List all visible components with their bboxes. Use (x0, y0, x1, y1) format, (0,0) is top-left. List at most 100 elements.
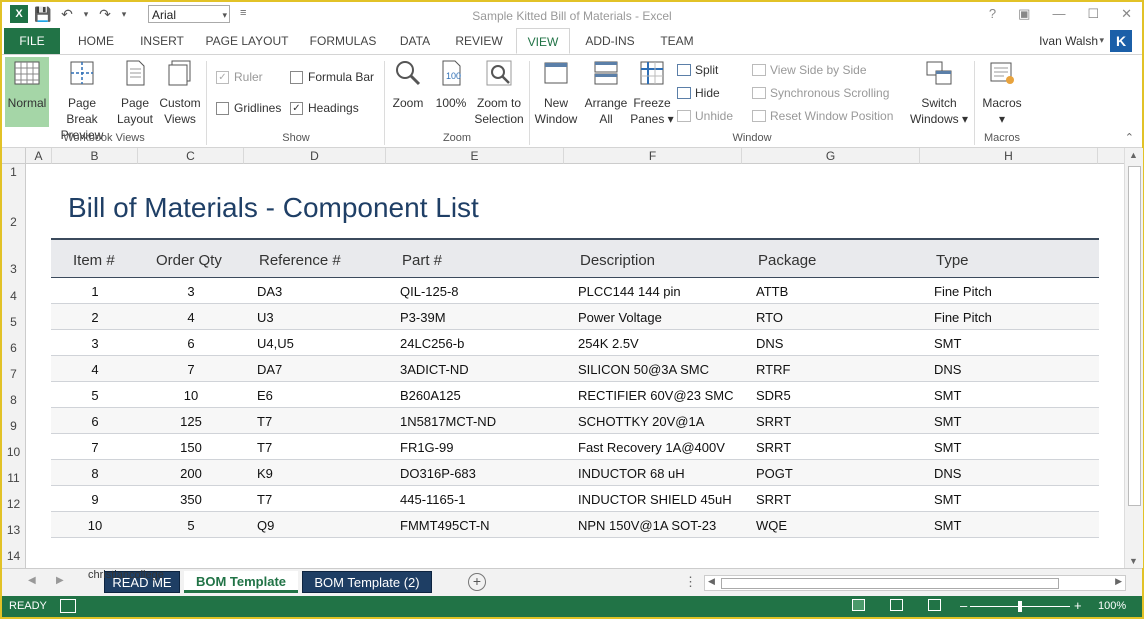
cell-reference[interactable]: U3 (257, 310, 397, 325)
cell-part[interactable]: FMMT495CT-N (400, 518, 576, 533)
cell-reference[interactable]: U4,U5 (257, 336, 397, 351)
cell-type[interactable]: SMT (934, 414, 1094, 429)
vertical-scrollbar[interactable]: ▲ ▼ (1124, 148, 1143, 568)
cell-order-qty[interactable]: 7 (139, 362, 243, 377)
header-order-qty[interactable]: Order Qty (156, 252, 222, 269)
freeze-panes-button[interactable]: Freeze Panes ▾ (630, 57, 674, 127)
cell-order-qty[interactable]: 125 (139, 414, 243, 429)
zoom-slider-thumb[interactable] (1018, 601, 1022, 612)
switch-windows-button[interactable]: Switch Windows ▾ (908, 57, 970, 127)
row-header-13[interactable]: 13 (2, 512, 26, 538)
row-header-8[interactable]: 8 (2, 382, 26, 408)
cell-reference[interactable]: K9 (257, 466, 397, 481)
cell-reference[interactable]: Q9 (257, 518, 397, 533)
cell-part[interactable]: DO316P-683 (400, 466, 576, 481)
tab-formulas[interactable]: FORMULAS (302, 28, 384, 54)
cell-item[interactable]: 5 (51, 388, 139, 403)
row-header-9[interactable]: 9 (2, 408, 26, 434)
header-package[interactable]: Package (758, 252, 816, 269)
help-icon[interactable]: ? (989, 6, 996, 22)
header-description[interactable]: Description (580, 252, 655, 269)
cell-order-qty[interactable]: 3 (139, 284, 243, 299)
cell-description[interactable]: RECTIFIER 60V@23 SMC (578, 388, 754, 403)
row-header-3[interactable]: 3 (2, 238, 26, 278)
sheet-tab-bom-template[interactable]: BOM Template (184, 571, 298, 593)
undo-icon[interactable]: ↶ (58, 6, 76, 23)
tab-team[interactable]: TEAM (650, 28, 704, 54)
cell-package[interactable]: DNS (756, 336, 932, 351)
cell-order-qty[interactable]: 5 (139, 518, 243, 533)
column-header-g[interactable]: G (742, 148, 920, 164)
cell-type[interactable]: SMT (934, 440, 1094, 455)
cell-description[interactable]: 254K 2.5V (578, 336, 754, 351)
cell-item[interactable]: 10 (51, 518, 139, 533)
worksheet[interactable]: Bill of Materials - Component List Item … (26, 164, 1124, 568)
split-button[interactable]: Split (677, 63, 718, 77)
column-header-b[interactable]: B (52, 148, 138, 164)
formula-bar-checkbox[interactable]: Formula Bar (290, 70, 374, 84)
row-header-5[interactable]: 5 (2, 304, 26, 330)
cell-order-qty[interactable]: 350 (139, 492, 243, 507)
redo-icon[interactable]: ↷ (96, 6, 114, 23)
next-sheet-icon[interactable]: ▶ (56, 575, 64, 586)
save-icon[interactable]: 💾 (34, 6, 52, 23)
header-type[interactable]: Type (936, 252, 969, 269)
prev-sheet-icon[interactable]: ◀ (28, 575, 36, 586)
cell-reference[interactable]: T7 (257, 492, 397, 507)
redo-dropdown-icon[interactable]: ▾ (120, 9, 128, 20)
ribbon-display-icon[interactable]: ▣ (1018, 6, 1030, 22)
cell-reference[interactable]: T7 (257, 440, 397, 455)
cell-item[interactable]: 7 (51, 440, 139, 455)
zoom-in-icon[interactable]: + (1074, 598, 1082, 613)
cell-order-qty[interactable]: 10 (139, 388, 243, 403)
cell-description[interactable]: Fast Recovery 1A@400V (578, 440, 754, 455)
unhide-button[interactable]: Unhide (677, 109, 733, 123)
cell-item[interactable]: 8 (51, 466, 139, 481)
ruler-checkbox[interactable]: ✓ Ruler (216, 70, 263, 84)
tab-split-handle-icon[interactable]: ⋮ (684, 574, 697, 590)
tab-page-layout[interactable]: PAGE LAYOUT (198, 28, 296, 54)
column-header-c[interactable]: C (138, 148, 244, 164)
scroll-down-icon[interactable]: ▼ (1129, 556, 1138, 566)
cell-description[interactable]: PLCC144 144 pin (578, 284, 754, 299)
row-header-14[interactable]: 14 (2, 538, 26, 568)
cell-reference[interactable]: E6 (257, 388, 397, 403)
column-header-f[interactable]: F (564, 148, 742, 164)
sheet-tab-bom-template-2[interactable]: BOM Template (2) (302, 571, 432, 593)
cell-part[interactable]: P3-39M (400, 310, 576, 325)
zoom-to-selection-button[interactable]: Zoom to Selection (472, 57, 526, 127)
page-title[interactable]: Bill of Materials - Component List (68, 192, 479, 224)
gridlines-checkbox[interactable]: Gridlines (216, 101, 281, 115)
cell-description[interactable]: INDUCTOR 68 uH (578, 466, 754, 481)
user-name[interactable]: Ivan Walsh (1039, 34, 1098, 48)
row-header-11[interactable]: 11 (2, 460, 26, 486)
column-header-a[interactable]: A (26, 148, 52, 164)
cell-order-qty[interactable]: 200 (139, 466, 243, 481)
zoom-100-button[interactable]: 100 100% (432, 57, 470, 111)
horizontal-scrollbar[interactable]: ◀ ▶ (704, 575, 1126, 591)
normal-view-status-icon[interactable] (852, 599, 865, 611)
tab-insert[interactable]: INSERT (132, 28, 192, 54)
tab-view[interactable]: VIEW (516, 28, 570, 54)
cell-part[interactable]: FR1G-99 (400, 440, 576, 455)
tab-file[interactable]: FILE (4, 28, 60, 54)
row-header-12[interactable]: 12 (2, 486, 26, 512)
cell-description[interactable]: INDUCTOR SHIELD 45uH (578, 492, 754, 507)
cell-reference[interactable]: DA3 (257, 284, 397, 299)
scroll-up-icon[interactable]: ▲ (1129, 150, 1138, 160)
tab-home[interactable]: HOME (68, 28, 124, 54)
cell-part[interactable]: 1N5817MCT-ND (400, 414, 576, 429)
cell-package[interactable]: ATTB (756, 284, 932, 299)
maximize-icon[interactable]: ☐ (1087, 6, 1099, 22)
select-all-corner[interactable] (2, 148, 26, 164)
cell-type[interactable]: Fine Pitch (934, 310, 1094, 325)
font-name-box[interactable]: Arial ▾ (148, 5, 230, 23)
cell-part[interactable]: 445-1165-1 (400, 492, 576, 507)
vertical-scroll-thumb[interactable] (1128, 166, 1141, 506)
cell-order-qty[interactable]: 6 (139, 336, 243, 351)
macros-button[interactable]: Macros ▾ (978, 57, 1026, 127)
hide-button[interactable]: Hide (677, 86, 720, 100)
cell-package[interactable]: SRRT (756, 414, 932, 429)
cell-package[interactable]: SDR5 (756, 388, 932, 403)
scroll-right-icon[interactable]: ▶ (1115, 576, 1122, 587)
